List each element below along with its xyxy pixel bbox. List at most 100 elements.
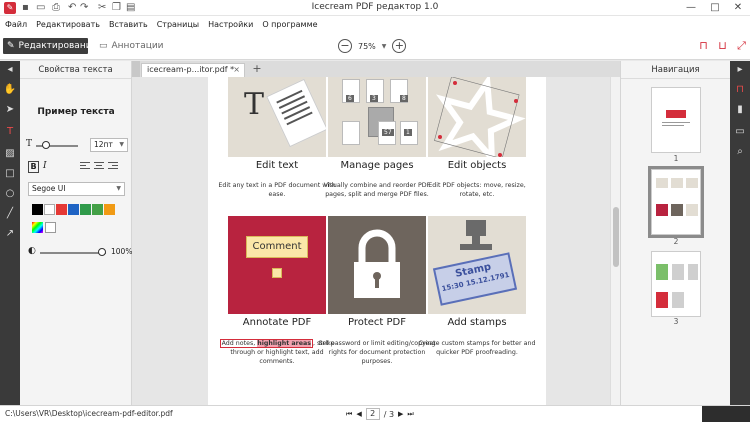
stamps-illustration: Stamp 15:30 15.12.1791	[428, 216, 526, 314]
menu-insert[interactable]: Вставить	[109, 20, 148, 29]
swatch-black[interactable]	[32, 204, 43, 215]
close-button[interactable]: ✕	[726, 0, 750, 16]
page-number-badge: 3	[370, 95, 378, 102]
menu-file[interactable]: Файл	[5, 20, 27, 29]
align-right-icon[interactable]	[108, 162, 118, 172]
page-number-badge: 57	[382, 129, 394, 136]
hand-tool-icon[interactable]: ✋	[0, 81, 20, 99]
last-page-icon[interactable]: ⏭	[407, 410, 413, 419]
swatch-red[interactable]	[56, 204, 67, 215]
menu-edit[interactable]: Редактировать	[36, 20, 100, 29]
font-size-select[interactable]: 12пт ▼	[90, 138, 128, 152]
annotate-illustration: Comment	[228, 216, 326, 314]
ellipse-tool-icon[interactable]: ○	[0, 185, 20, 203]
rectangle-tool-icon[interactable]: □	[0, 165, 20, 183]
image-tool-icon[interactable]: ▨	[0, 145, 20, 163]
edit-mode-button[interactable]: ✎ Редактирование	[3, 38, 97, 54]
line-tool-icon[interactable]: ╱	[0, 205, 20, 223]
padlock-icon	[354, 229, 400, 298]
menu-settings[interactable]: Настройки	[208, 20, 253, 29]
menu-pages[interactable]: Страницы	[157, 20, 199, 29]
font-size-slider-knob[interactable]	[42, 141, 50, 149]
page-thumbnail-2[interactable]	[648, 166, 704, 238]
pdf-page[interactable]: T Edit text Edit any text in a PDF docum…	[208, 77, 546, 405]
desc-part: Add notes,	[221, 340, 258, 347]
feature-desc: Edit PDF objects: move, resize, rotate, …	[428, 182, 526, 198]
tools-sidebar: ◂ ✋ ➤ T ▨ □ ○ ╱ ↗	[0, 61, 20, 405]
feature-title: Edit text	[255, 160, 299, 171]
window-title: Icecream PDF редактор 1.0	[311, 2, 439, 12]
color-swatches	[32, 204, 115, 215]
feature-desc: Create custom stamps for better and quic…	[418, 340, 536, 356]
menu-about[interactable]: О программе	[262, 20, 317, 29]
highlighted-text: highlight areas	[257, 340, 312, 347]
zoom-value[interactable]: 75%	[358, 42, 376, 51]
total-pages: / 3	[383, 409, 395, 419]
two-page-view-icon[interactable]: ⊔	[716, 40, 729, 53]
opacity-value: 100%	[111, 247, 133, 256]
document-tab[interactable]: icecream-p...itor.pdf * ×	[141, 63, 245, 77]
document-tabs: icecream-p...itor.pdf * × +	[132, 61, 620, 77]
current-page-input[interactable]: 2	[365, 408, 380, 420]
font-size-icon: T	[26, 139, 33, 149]
italic-button[interactable]: I	[43, 161, 47, 171]
minimize-button[interactable]: —	[679, 0, 703, 16]
page-number-badge: 6	[346, 95, 354, 102]
edit-objects-illustration	[428, 77, 526, 157]
text-tool-icon[interactable]: T	[0, 123, 20, 141]
chevron-down-icon: ▼	[119, 141, 124, 148]
comments-icon[interactable]: ▭	[730, 123, 750, 141]
zoom-in-icon[interactable]: +	[392, 39, 407, 53]
page-thumbnail-3[interactable]	[651, 251, 701, 317]
protect-illustration	[328, 216, 426, 314]
opacity-slider-knob[interactable]	[98, 248, 106, 256]
chevron-down-icon[interactable]: ▼	[382, 43, 387, 50]
search-icon[interactable]: ⌕	[730, 143, 750, 161]
fullscreen-icon[interactable]: ⤢	[735, 40, 748, 53]
swatch-dark-green[interactable]	[80, 204, 91, 215]
first-page-icon[interactable]: ⏮	[346, 410, 352, 419]
pencil-icon: ✎	[7, 41, 15, 51]
add-tab-button[interactable]: +	[250, 63, 264, 76]
next-page-icon[interactable]: ▶	[398, 410, 403, 418]
feature-title: Add stamps	[447, 317, 507, 328]
select-tool-icon[interactable]: ➤	[0, 101, 20, 119]
bookmark-icon[interactable]: ▮	[730, 101, 750, 119]
panel-title: Свойства текста	[20, 61, 131, 79]
swatch-orange[interactable]	[104, 204, 115, 215]
collapse-right-icon[interactable]: ▸	[730, 61, 750, 79]
align-left-icon[interactable]	[80, 162, 90, 172]
right-sidebar: ▸ ⊓ ▮ ▭ ⌕	[730, 61, 750, 405]
align-center-icon[interactable]	[94, 162, 104, 172]
opacity-slider[interactable]	[40, 252, 106, 254]
annotations-mode-button[interactable]: ▭ Аннотации	[95, 38, 170, 54]
bold-button[interactable]: B	[28, 161, 39, 173]
edit-text-illustration: T	[228, 77, 326, 157]
arrow-tool-icon[interactable]: ↗	[0, 225, 20, 243]
page-navigator: ⏮ ◀ 2 / 3 ▶ ⏭	[346, 408, 414, 420]
menu-bar: Файл Редактировать Вставить Страницы Нас…	[0, 16, 750, 32]
pages-view-icon[interactable]: ⊓	[730, 81, 750, 99]
custom-color-icon[interactable]	[32, 222, 43, 233]
no-color-icon[interactable]	[45, 222, 56, 233]
feature-title: Manage pages	[340, 160, 414, 171]
swatch-blue[interactable]	[68, 204, 79, 215]
document-viewport[interactable]: T Edit text Edit any text in a PDF docum…	[132, 77, 610, 405]
tab-scroll-left[interactable]	[132, 61, 140, 77]
scrollbar-thumb[interactable]	[613, 207, 619, 267]
maximize-button[interactable]: □	[703, 0, 727, 16]
swatch-white[interactable]	[44, 204, 55, 215]
close-tab-icon[interactable]: ×	[233, 64, 240, 76]
zoom-out-icon[interactable]: −	[338, 39, 352, 53]
page-thumbnail-1[interactable]	[651, 87, 701, 153]
font-family-select[interactable]: Segoe UI ▼	[28, 182, 125, 196]
page-number-badge: 1	[404, 129, 412, 136]
annotations-mode-label: Аннотации	[111, 41, 164, 51]
vertical-scrollbar[interactable]	[610, 77, 620, 405]
swatch-green[interactable]	[92, 204, 103, 215]
single-page-view-icon[interactable]: ⊓	[697, 40, 710, 53]
page-thumbnail-number: 2	[673, 237, 679, 246]
collapse-left-icon[interactable]: ◂	[0, 61, 20, 79]
status-bar: C:\Users\VR\Desktop\icecream-pdf-editor.…	[0, 405, 750, 422]
prev-page-icon[interactable]: ◀	[356, 410, 361, 418]
